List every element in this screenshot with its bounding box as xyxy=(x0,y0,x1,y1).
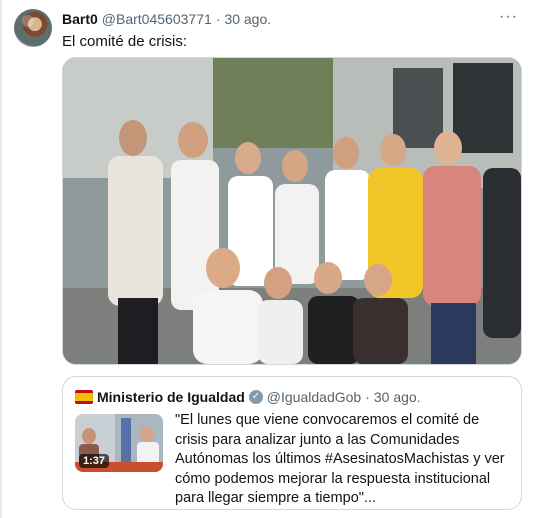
quoted-separator-dot: · xyxy=(365,389,370,405)
avatar-highlight xyxy=(22,15,34,27)
more-icon[interactable]: ··· xyxy=(499,8,518,26)
avatar[interactable] xyxy=(14,9,52,47)
quoted-timestamp[interactable]: 30 ago. xyxy=(374,388,421,406)
tweet-text: El comité de crisis: xyxy=(62,33,188,50)
display-name[interactable]: Bart0 xyxy=(62,10,98,28)
quoted-tweet-header: Ministerio de Igualdad ✓ @IgualdadGob · … xyxy=(97,388,421,406)
timeline-divider xyxy=(0,0,2,518)
video-duration-badge: 1:37 xyxy=(79,454,110,468)
quoted-tweet-text: "El lunes que viene convocaremos el comi… xyxy=(175,412,505,506)
verified-badge-icon: ✓ xyxy=(248,390,263,404)
tweet-photo[interactable] xyxy=(62,57,522,365)
quoted-user-handle[interactable]: @IgualdadGob xyxy=(267,388,361,406)
separator-dot: · xyxy=(215,11,221,27)
tweet-timestamp[interactable]: 30 ago. xyxy=(224,10,271,28)
tweet-header: Bart0 @Bart045603771 · 30 ago. xyxy=(62,10,271,28)
quoted-display-name[interactable]: Ministerio de Igualdad xyxy=(97,388,245,406)
quoted-tweet-card[interactable]: Ministerio de Igualdad ✓ @IgualdadGob · … xyxy=(62,376,522,510)
user-handle[interactable]: @Bart045603771 xyxy=(102,10,212,28)
quoted-video-thumbnail[interactable]: 1:37 xyxy=(75,414,163,472)
spain-flag-icon xyxy=(75,390,93,404)
group-photo-illustration xyxy=(63,58,521,364)
